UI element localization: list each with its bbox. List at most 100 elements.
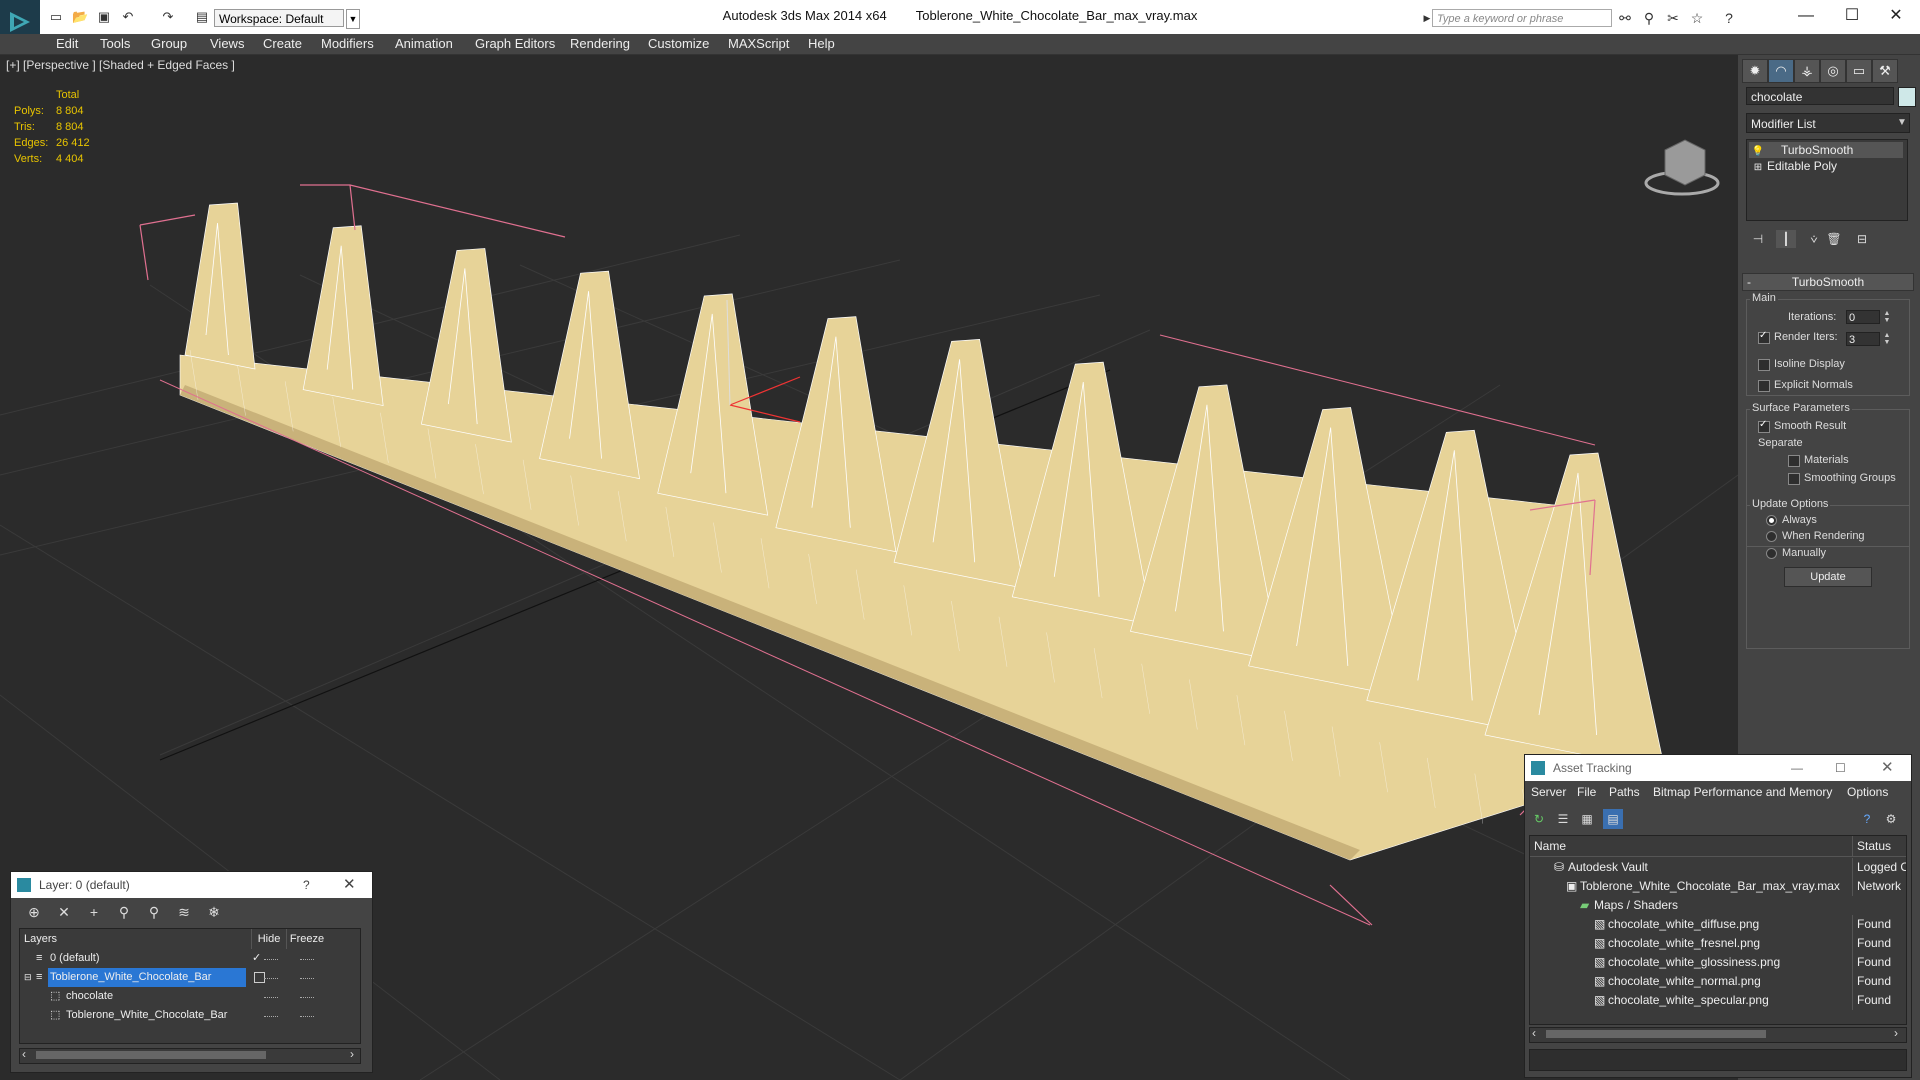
scroll-right-icon[interactable]: › — [1894, 1026, 1898, 1040]
help-button[interactable]: ? — [303, 872, 310, 898]
smoothing-groups-checkbox[interactable] — [1788, 473, 1800, 485]
freeze-all-layers-icon[interactable]: ❄ — [203, 902, 225, 922]
make-unique-icon[interactable]: ⩒ — [1804, 230, 1824, 248]
favorites-icon[interactable]: ☆ — [1688, 9, 1706, 27]
asset-row[interactable]: ▧ chocolate_white_fresnel.png Found — [1530, 934, 1906, 953]
menu-graph-editors[interactable]: Graph Editors — [475, 34, 555, 54]
modify-tab-icon[interactable]: ◠ — [1768, 59, 1794, 83]
layer-row[interactable]: ≡ 0 (default) ✓ — [20, 949, 360, 968]
freeze-column-header[interactable]: Freeze — [286, 929, 328, 949]
scroll-left-icon[interactable]: ‹ — [22, 1047, 26, 1061]
close-icon[interactable]: ✕ — [1876, 4, 1916, 28]
hide-column-header[interactable]: Hide — [252, 929, 287, 949]
search-input[interactable]: Type a keyword or phrase — [1432, 9, 1612, 27]
object-name-field[interactable]: chocolate — [1746, 87, 1894, 105]
menu-rendering[interactable]: Rendering — [570, 34, 630, 54]
menu-animation[interactable]: Animation — [395, 34, 453, 54]
menu-create[interactable]: Create — [263, 34, 302, 54]
asset-dialog-titlebar[interactable]: Asset Tracking — ☐ ✕ — [1525, 755, 1911, 781]
asset-menu-bitmap-performance[interactable]: Bitmap Performance and Memory — [1653, 785, 1832, 799]
minimize-icon[interactable]: — — [1791, 755, 1803, 781]
freeze-toggle[interactable] — [300, 959, 314, 961]
scroll-right-icon[interactable]: › — [350, 1047, 354, 1061]
layer-row[interactable]: ⬚ Toblerone_White_Chocolate_Bar — [20, 1006, 360, 1025]
spinner-arrows-icon[interactable]: ▲ ▼ — [1882, 310, 1892, 324]
asset-row[interactable]: ▧ chocolate_white_diffuse.png Found — [1530, 915, 1906, 934]
thumbnail-view-icon[interactable]: ▦ — [1577, 809, 1597, 829]
hide-toggle[interactable] — [264, 1016, 278, 1018]
when-rendering-radio[interactable] — [1766, 531, 1777, 542]
asset-menu-server[interactable]: Server — [1531, 785, 1566, 799]
scroll-left-icon[interactable]: ‹ — [1532, 1026, 1536, 1040]
turbosmooth-rollout-header[interactable]: - TurboSmooth — [1742, 273, 1914, 291]
table-view-icon[interactable]: ▤ — [1603, 809, 1623, 829]
minimize-icon[interactable]: — — [1786, 4, 1826, 28]
modifier-list-dropdown[interactable]: Modifier List — [1746, 113, 1910, 133]
asset-path-field[interactable] — [1529, 1049, 1907, 1071]
asset-row[interactable]: ⛁ Autodesk Vault Logged O — [1530, 858, 1906, 877]
menu-help[interactable]: Help — [808, 34, 835, 54]
menu-edit[interactable]: Edit — [56, 34, 78, 54]
pin-stack-icon[interactable]: ⊣ — [1748, 230, 1768, 248]
active-layer-check-icon[interactable]: ✓ — [252, 949, 261, 968]
hide-toggle[interactable] — [264, 997, 278, 999]
list-view-icon[interactable]: ☰ — [1553, 809, 1573, 829]
expand-plus-icon[interactable]: ⊞ — [1749, 160, 1767, 176]
asset-menu-options[interactable]: Options — [1847, 785, 1888, 799]
hide-all-layers-icon[interactable]: ≋ — [173, 902, 195, 922]
object-color-swatch[interactable] — [1898, 87, 1916, 107]
always-radio[interactable] — [1766, 515, 1777, 526]
smooth-result-checkbox[interactable] — [1758, 419, 1770, 433]
menu-maxscript[interactable]: MAXScript — [728, 34, 789, 54]
iterations-spinner[interactable]: 0 — [1846, 310, 1880, 324]
asset-row[interactable]: ▧ chocolate_white_specular.png Found — [1530, 991, 1906, 1010]
asset-menu-file[interactable]: File — [1577, 785, 1596, 799]
layers-column-header[interactable]: Layers — [20, 929, 252, 949]
delete-layer-icon[interactable]: ✕ — [53, 902, 75, 922]
asset-row[interactable]: ▰ Maps / Shaders — [1530, 896, 1906, 915]
asset-row[interactable]: ▧ chocolate_white_normal.png Found — [1530, 972, 1906, 991]
freeze-toggle[interactable] — [300, 978, 314, 980]
layer-row[interactable]: ⊟ ≡ Toblerone_White_Chocolate_Bar — [20, 968, 360, 987]
hide-toggle[interactable] — [264, 978, 278, 980]
scrollbar-thumb[interactable] — [36, 1051, 266, 1059]
layer-dialog-titlebar[interactable]: Layer: 0 (default) ? ✕ — [11, 872, 372, 898]
spinner-arrows-icon[interactable]: ▲ ▼ — [1882, 332, 1892, 346]
update-button[interactable]: Update — [1784, 567, 1872, 587]
add-to-layer-icon[interactable]: + — [83, 902, 105, 922]
freeze-toggle[interactable] — [300, 997, 314, 999]
select-in-layer-icon[interactable]: ⚲ — [113, 902, 135, 922]
communication-icon[interactable]: ✂ — [1664, 9, 1682, 27]
scrollbar-thumb[interactable] — [1546, 1030, 1766, 1038]
hide-toggle[interactable] — [264, 959, 278, 961]
stack-item-editable-poly[interactable]: ⊞ Editable Poly — [1749, 158, 1903, 174]
menu-views[interactable]: Views — [210, 34, 244, 54]
motion-tab-icon[interactable]: ◎ — [1820, 59, 1846, 83]
menu-tools[interactable]: Tools — [100, 34, 130, 54]
render-iters-checkbox[interactable] — [1758, 330, 1770, 344]
close-icon[interactable]: ✕ — [343, 872, 356, 898]
menu-modifiers[interactable]: Modifiers — [321, 34, 374, 54]
remove-modifier-icon[interactable]: 🗑 — [1824, 230, 1844, 248]
asset-row[interactable]: ▣ Toblerone_White_Chocolate_Bar_max_vray… — [1530, 877, 1906, 896]
viewport-label[interactable]: [+] [Perspective ] [Shaded + Edged Faces… — [6, 58, 235, 72]
hierarchy-tab-icon[interactable]: ⚶ — [1794, 59, 1820, 83]
chevron-down-icon[interactable]: ▼ — [1894, 114, 1910, 132]
isoline-display-checkbox[interactable] — [1758, 359, 1770, 371]
render-iters-spinner[interactable]: 3 — [1846, 332, 1880, 346]
settings-icon[interactable]: ⚙ — [1881, 809, 1901, 829]
asset-menu-paths[interactable]: Paths — [1609, 785, 1640, 799]
menu-customize[interactable]: Customize — [648, 34, 709, 54]
status-column-header[interactable]: Status — [1852, 836, 1906, 856]
explicit-normals-checkbox[interactable] — [1758, 380, 1770, 392]
name-column-header[interactable]: Name — [1534, 836, 1566, 856]
close-icon[interactable]: ✕ — [1881, 755, 1894, 781]
horizontal-scrollbar[interactable]: ‹ › — [19, 1047, 361, 1064]
help-icon[interactable]: ? — [1857, 809, 1877, 829]
asset-row[interactable]: ▧ chocolate_white_glossiness.png Found — [1530, 953, 1906, 972]
stack-item-turbosmooth[interactable]: 💡 TurboSmooth — [1749, 142, 1903, 158]
configure-sets-icon[interactable]: ⊟ — [1852, 230, 1872, 248]
binoculars-icon[interactable]: ⚯ — [1616, 9, 1634, 27]
menu-group[interactable]: Group — [151, 34, 187, 54]
utilities-tab-icon[interactable]: ⚒ — [1872, 59, 1898, 83]
